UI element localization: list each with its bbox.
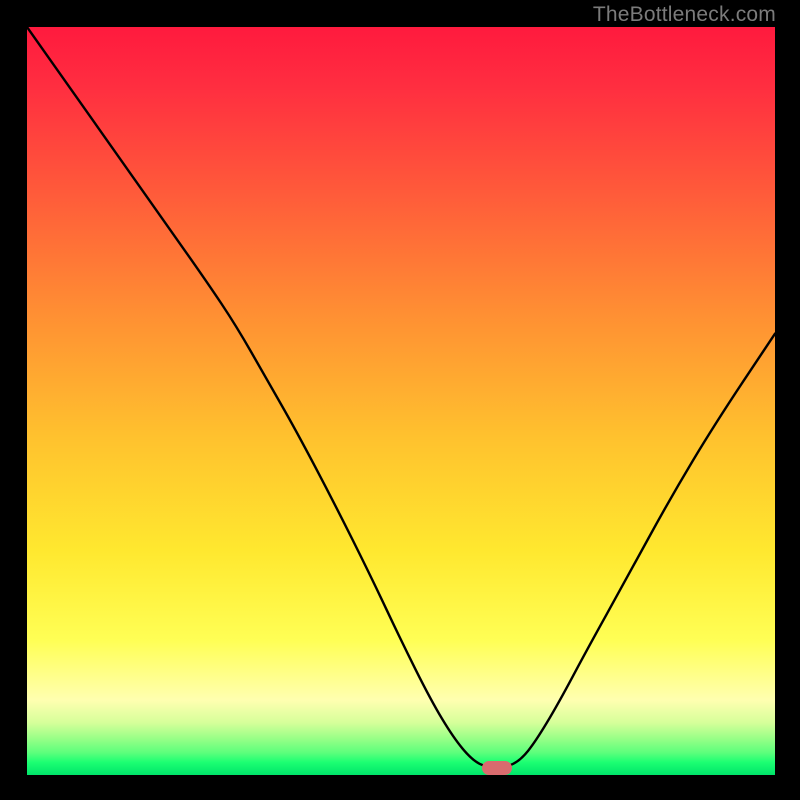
chart-frame: TheBottleneck.com — [0, 0, 800, 800]
plot-area — [27, 27, 775, 775]
watermark-text: TheBottleneck.com — [593, 3, 776, 27]
bottleneck-curve — [27, 27, 775, 775]
optimal-marker — [482, 761, 512, 775]
